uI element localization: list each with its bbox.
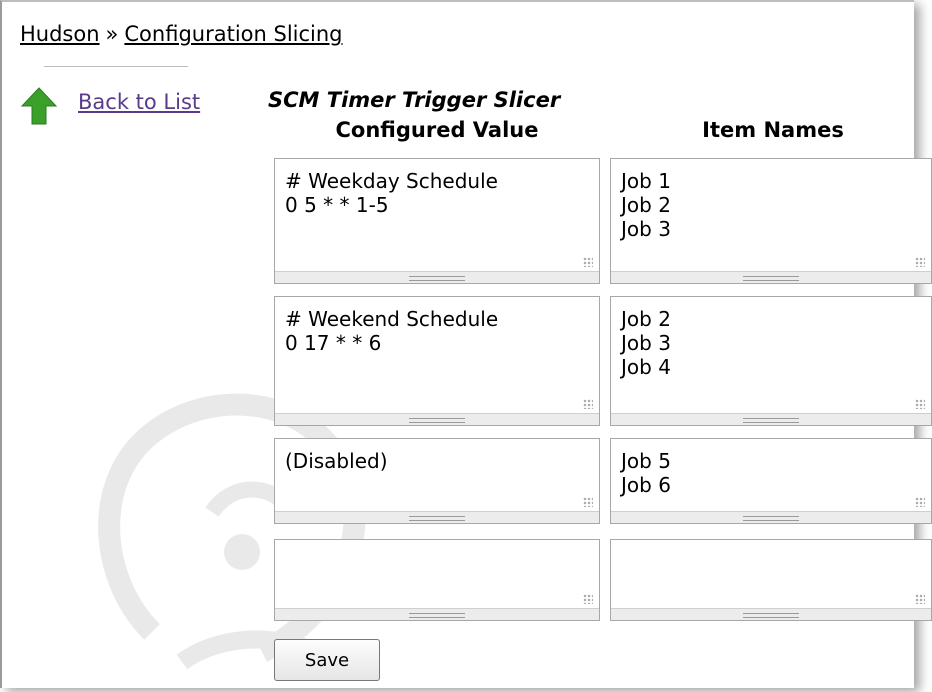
resize-grip-icon[interactable]	[915, 257, 925, 267]
back-to-list: Back to List	[20, 86, 200, 126]
resize-grip-icon[interactable]	[583, 257, 593, 267]
save-button[interactable]: Save	[274, 639, 380, 681]
configured-value-text: # Weekend Schedule 0 17 * * 6	[285, 307, 499, 355]
back-to-list-link[interactable]: Back to List	[78, 90, 200, 114]
resize-handle[interactable]	[275, 511, 599, 523]
resize-handle[interactable]	[275, 608, 599, 620]
item-names-textarea[interactable]: Job 2 Job 3 Job 4	[610, 296, 932, 426]
configured-value-textarea[interactable]	[274, 539, 600, 621]
item-names-textarea[interactable]	[610, 539, 932, 621]
resize-handle[interactable]	[275, 271, 599, 283]
up-arrow-icon[interactable]	[20, 86, 58, 126]
resize-handle[interactable]	[275, 413, 599, 425]
resize-grip-icon[interactable]	[915, 399, 925, 409]
resize-grip-icon[interactable]	[583, 594, 593, 604]
item-names-textarea[interactable]: Job 1 Job 2 Job 3	[610, 158, 932, 284]
column-header-configured: Configured Value	[335, 118, 539, 142]
breadcrumb-home-link[interactable]: Hudson	[20, 22, 100, 46]
resize-grip-icon[interactable]	[915, 594, 925, 604]
divider	[44, 66, 188, 67]
item-names-text: Job 5 Job 6	[621, 449, 671, 497]
resize-handle[interactable]	[611, 511, 931, 523]
configured-value-textarea[interactable]: (Disabled)	[274, 438, 600, 524]
resize-handle[interactable]	[611, 608, 931, 620]
breadcrumb: Hudson» Configuration Slicing	[20, 22, 343, 46]
column-header-items: Item Names	[702, 118, 844, 142]
configured-value-text: # Weekday Schedule 0 5 * * 1-5	[285, 169, 498, 217]
configured-value-text: (Disabled)	[285, 449, 388, 473]
resize-grip-icon[interactable]	[583, 399, 593, 409]
resize-grip-icon[interactable]	[915, 497, 925, 507]
item-names-text: Job 2 Job 3 Job 4	[621, 307, 671, 379]
breadcrumb-separator: »	[105, 22, 119, 46]
resize-grip-icon[interactable]	[583, 497, 593, 507]
breadcrumb-current-link[interactable]: Configuration Slicing	[124, 22, 342, 46]
resize-handle[interactable]	[611, 271, 931, 283]
resize-handle[interactable]	[611, 413, 931, 425]
configured-value-textarea[interactable]: # Weekday Schedule 0 5 * * 1-5	[274, 158, 600, 284]
item-names-text: Job 1 Job 2 Job 3	[621, 169, 671, 241]
item-names-textarea[interactable]: Job 5 Job 6	[610, 438, 932, 524]
section-title: SCM Timer Trigger Slicer	[268, 88, 561, 112]
page-frame: Hudson» Configuration Slicing Back to Lis…	[0, 0, 932, 688]
configured-value-textarea[interactable]: # Weekend Schedule 0 17 * * 6	[274, 296, 600, 426]
